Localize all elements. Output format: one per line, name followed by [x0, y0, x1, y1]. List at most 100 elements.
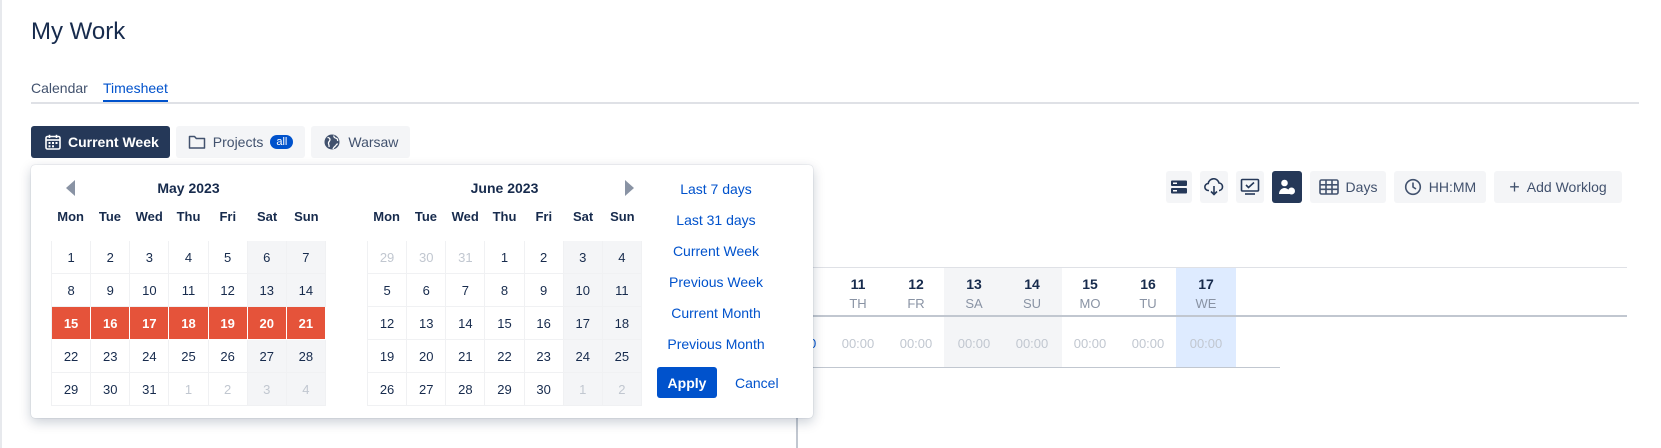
approval-button[interactable] — [1236, 171, 1264, 203]
calendar-day[interactable]: 3 — [130, 241, 170, 274]
calendar-day[interactable]: 26 — [368, 373, 408, 406]
calendar-day[interactable]: 19 — [368, 340, 408, 373]
calendar-day[interactable]: 18 — [602, 307, 642, 340]
current-week-button[interactable]: Current Week — [31, 126, 170, 158]
tab-calendar[interactable]: Calendar — [31, 80, 88, 100]
days-view-button[interactable]: Days — [1310, 171, 1386, 203]
preset-option[interactable]: Current Month — [641, 297, 791, 328]
calendar-day[interactable]: 30 — [91, 373, 131, 406]
logged-time-cell[interactable]: 00:00 — [1002, 336, 1062, 351]
export-button[interactable] — [1200, 171, 1228, 203]
calendar-day[interactable]: 28 — [286, 340, 326, 373]
calendar-day[interactable]: 18 — [169, 307, 209, 340]
calendar-day[interactable]: 22 — [485, 340, 525, 373]
calendar-day[interactable]: 10 — [563, 274, 603, 307]
calendar-day[interactable]: 1 — [563, 373, 603, 406]
next-month-icon[interactable] — [625, 180, 634, 196]
logged-time-cell[interactable]: 00:00 — [1118, 336, 1178, 351]
calendar-day[interactable]: 2 — [602, 373, 642, 406]
calendar-day[interactable]: 14 — [446, 307, 486, 340]
calendar-day[interactable]: 26 — [208, 340, 248, 373]
calendar-day[interactable]: 14 — [286, 274, 326, 307]
add-worklog-button[interactable]: + Add Worklog — [1494, 171, 1622, 203]
calendar-day[interactable]: 30 — [407, 241, 447, 274]
calendar-day[interactable]: 12 — [368, 307, 408, 340]
calendar-day[interactable]: 1 — [485, 241, 525, 274]
calendar-day[interactable]: 4 — [602, 241, 642, 274]
logged-time-cell[interactable]: 00:00 — [1060, 336, 1120, 351]
logged-time-cell[interactable]: 00:00 — [1176, 336, 1236, 351]
apply-button[interactable]: Apply — [657, 367, 717, 398]
calendar-day[interactable]: 15 — [485, 307, 525, 340]
calendar-day[interactable]: 3 — [563, 241, 603, 274]
calendar-day[interactable]: 31 — [130, 373, 170, 406]
calendar-day[interactable]: 11 — [169, 274, 209, 307]
prev-month-icon[interactable] — [66, 180, 75, 196]
calendar-day[interactable]: 9 — [524, 274, 564, 307]
preset-option[interactable]: Last 7 days — [641, 173, 791, 204]
calendar-day[interactable]: 28 — [446, 373, 486, 406]
calendar-day[interactable]: 24 — [563, 340, 603, 373]
calendar-day[interactable]: 22 — [52, 340, 92, 373]
calendar-day[interactable]: 23 — [524, 340, 564, 373]
preset-option[interactable]: Previous Month — [641, 328, 791, 359]
calendar-day[interactable]: 8 — [485, 274, 525, 307]
calendar-day[interactable]: 23 — [91, 340, 131, 373]
calendar-day[interactable]: 3 — [247, 373, 287, 406]
calendar-day[interactable]: 2 — [208, 373, 248, 406]
calendar-day[interactable]: 8 — [52, 274, 92, 307]
calendar-day[interactable]: 11 — [602, 274, 642, 307]
calendar-day[interactable]: 9 — [91, 274, 131, 307]
preset-option[interactable]: Previous Week — [641, 266, 791, 297]
calendar-day[interactable]: 29 — [485, 373, 525, 406]
logged-time-cell[interactable]: 00:00 — [886, 336, 946, 351]
projects-button[interactable]: Projects all — [175, 126, 306, 158]
tab-timesheet[interactable]: Timesheet — [103, 80, 168, 102]
calendar-day[interactable]: 21 — [286, 307, 326, 340]
cancel-button[interactable]: Cancel — [735, 367, 779, 398]
preset-option[interactable]: Current Week — [641, 235, 791, 266]
calendar-day[interactable]: 7 — [446, 274, 486, 307]
calendar-day[interactable]: 16 — [91, 307, 131, 340]
calendar-day[interactable]: 16 — [524, 307, 564, 340]
calendar-day[interactable]: 17 — [563, 307, 603, 340]
timezone-button[interactable]: Warsaw — [311, 126, 411, 158]
calendar-day[interactable]: 2 — [524, 241, 564, 274]
calendar-day[interactable]: 5 — [208, 241, 248, 274]
rows-toggle-button[interactable] — [1166, 171, 1192, 203]
calendar-day[interactable]: 13 — [247, 274, 287, 307]
calendar-day[interactable]: 17 — [130, 307, 170, 340]
calendar-day[interactable]: 24 — [130, 340, 170, 373]
calendar-day[interactable]: 13 — [407, 307, 447, 340]
calendar-day[interactable]: 15 — [52, 307, 92, 340]
calendar-day[interactable]: 4 — [286, 373, 326, 406]
calendar-day[interactable]: 4 — [169, 241, 209, 274]
calendar-day[interactable]: 29 — [52, 373, 92, 406]
calendar-day[interactable]: 10 — [130, 274, 170, 307]
calendar-day[interactable]: 30 — [524, 373, 564, 406]
calendar-day[interactable]: 5 — [368, 274, 408, 307]
calendar-day[interactable]: 31 — [446, 241, 486, 274]
calendar-day[interactable]: 2 — [91, 241, 131, 274]
calendar-day[interactable]: 6 — [247, 241, 287, 274]
calendar-day[interactable]: 12 — [208, 274, 248, 307]
time-format-button[interactable]: HH:MM — [1394, 171, 1486, 203]
calendar-day[interactable]: 20 — [407, 340, 447, 373]
calendar-day[interactable]: 25 — [169, 340, 209, 373]
globe-icon — [324, 134, 340, 150]
calendar-day[interactable]: 27 — [247, 340, 287, 373]
calendar-day[interactable]: 25 — [602, 340, 642, 373]
calendar-day[interactable]: 6 — [407, 274, 447, 307]
logged-time-cell[interactable]: 00:00 — [944, 336, 1004, 351]
calendar-day[interactable]: 1 — [169, 373, 209, 406]
calendar-day[interactable]: 20 — [247, 307, 287, 340]
calendar-day[interactable]: 19 — [208, 307, 248, 340]
calendar-day[interactable]: 1 — [52, 241, 92, 274]
calendar-day[interactable]: 21 — [446, 340, 486, 373]
logged-time-cell[interactable]: 00:00 — [828, 336, 888, 351]
calendar-day[interactable]: 7 — [286, 241, 326, 274]
calendar-day[interactable]: 27 — [407, 373, 447, 406]
preset-option[interactable]: Last 31 days — [641, 204, 791, 235]
calendar-day[interactable]: 29 — [368, 241, 408, 274]
users-view-button[interactable] — [1272, 171, 1302, 203]
